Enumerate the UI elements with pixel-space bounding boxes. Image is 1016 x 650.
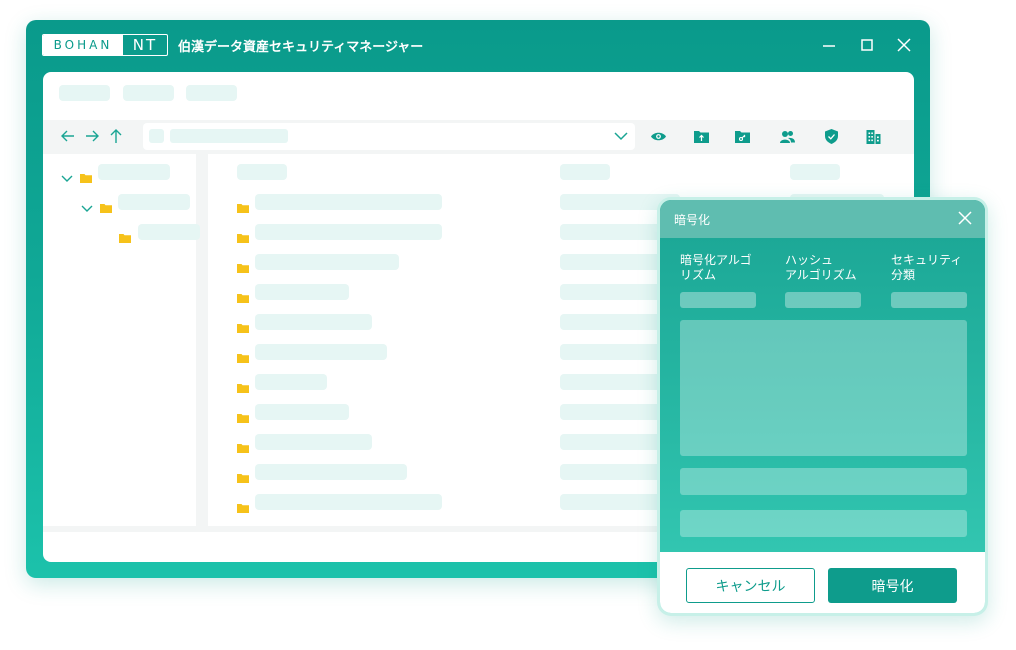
folder-icon: [80, 168, 92, 183]
chevron-down-icon[interactable]: [613, 128, 629, 148]
tree-item-label-placeholder[interactable]: [98, 164, 170, 180]
address-bar[interactable]: [143, 123, 635, 150]
column-header-placeholder[interactable]: [560, 164, 610, 180]
logo-text-right: NT: [132, 36, 158, 54]
file-name-placeholder: [255, 224, 442, 240]
menu-item-placeholder[interactable]: [186, 85, 237, 101]
menu-bar: [43, 72, 914, 116]
close-icon[interactable]: [895, 36, 913, 54]
menu-item-placeholder[interactable]: [123, 85, 174, 101]
chevron-down-icon[interactable]: [81, 198, 93, 212]
security-class-label: セキュリティ 分類: [891, 253, 963, 282]
file-name-placeholder: [255, 464, 407, 480]
logo-text-left: BOHAN: [43, 35, 123, 55]
file-name-placeholder: [255, 254, 399, 270]
arrow-right-icon[interactable]: [83, 126, 101, 151]
folder-tree: [43, 154, 208, 526]
folder-icon: [237, 468, 249, 483]
folder-icon: [237, 198, 249, 213]
arrow-left-icon[interactable]: [59, 126, 77, 151]
encryption-algorithm-select[interactable]: [680, 292, 756, 308]
building-icon[interactable]: [865, 128, 882, 145]
close-icon[interactable]: [957, 210, 973, 226]
folder-icon: [237, 378, 249, 393]
chevron-down-icon[interactable]: [61, 168, 73, 182]
folder-icon: [237, 318, 249, 333]
address-icon-placeholder: [149, 129, 164, 143]
folder-key-icon[interactable]: [734, 128, 751, 145]
file-name-placeholder: [255, 404, 349, 420]
tree-item-label-placeholder[interactable]: [118, 194, 190, 210]
menu-item-placeholder[interactable]: [59, 85, 110, 101]
encryption-algorithm-label: 暗号化アルゴ リズム: [680, 253, 752, 282]
dialog-content-area[interactable]: [680, 320, 967, 456]
folder-icon: [237, 348, 249, 363]
shield-check-icon[interactable]: [823, 128, 840, 145]
dialog-option-bar[interactable]: [680, 468, 967, 495]
address-path-placeholder: [170, 129, 288, 143]
file-name-placeholder: [255, 344, 387, 360]
file-name-placeholder: [255, 434, 372, 450]
encrypt-button[interactable]: 暗号化: [828, 568, 957, 603]
file-name-placeholder: [255, 194, 442, 210]
eye-icon[interactable]: [650, 128, 667, 145]
file-name-placeholder: [255, 284, 349, 300]
file-name-placeholder: [255, 494, 442, 510]
toolbar: [43, 120, 914, 154]
dialog-title: 暗号化: [674, 213, 711, 227]
folder-icon: [237, 438, 249, 453]
folder-icon: [237, 408, 249, 423]
dialog-header: 暗号化: [660, 200, 985, 238]
folder-icon: [237, 258, 249, 273]
title-bar: BOHAN NT 伯漢データ資産セキュリティマネージャー: [26, 20, 930, 70]
app-logo: BOHAN NT: [42, 34, 168, 56]
minimize-icon[interactable]: [820, 36, 838, 54]
folder-icon: [237, 228, 249, 243]
maximize-icon[interactable]: [858, 36, 876, 54]
folder-icon: [100, 198, 112, 213]
file-name-placeholder: [255, 374, 327, 390]
app-title: 伯漢データ資産セキュリティマネージャー: [178, 40, 424, 55]
users-icon[interactable]: [779, 128, 796, 145]
security-class-select[interactable]: [891, 292, 967, 308]
arrow-up-icon[interactable]: [107, 126, 125, 151]
folder-icon: [237, 498, 249, 513]
hash-algorithm-select[interactable]: [785, 292, 861, 308]
column-header-placeholder[interactable]: [790, 164, 840, 180]
encrypt-dialog-body: 暗号化 暗号化アルゴ リズム ハッシュ アルゴリズム セキュリティ 分類 キャン…: [660, 200, 985, 613]
hash-algorithm-label: ハッシュ アルゴリズム: [785, 253, 857, 282]
folder-icon: [237, 288, 249, 303]
folder-upload-icon[interactable]: [693, 128, 710, 145]
tree-item-label-placeholder[interactable]: [138, 224, 200, 240]
folder-icon: [119, 228, 131, 243]
encrypt-dialog: 暗号化 暗号化アルゴ リズム ハッシュ アルゴリズム セキュリティ 分類 キャン…: [657, 197, 988, 616]
dialog-option-bar[interactable]: [680, 510, 967, 537]
dialog-footer: キャンセル 暗号化: [660, 552, 985, 613]
column-header-placeholder[interactable]: [237, 164, 287, 180]
file-name-placeholder: [255, 314, 372, 330]
cancel-button[interactable]: キャンセル: [686, 568, 815, 603]
